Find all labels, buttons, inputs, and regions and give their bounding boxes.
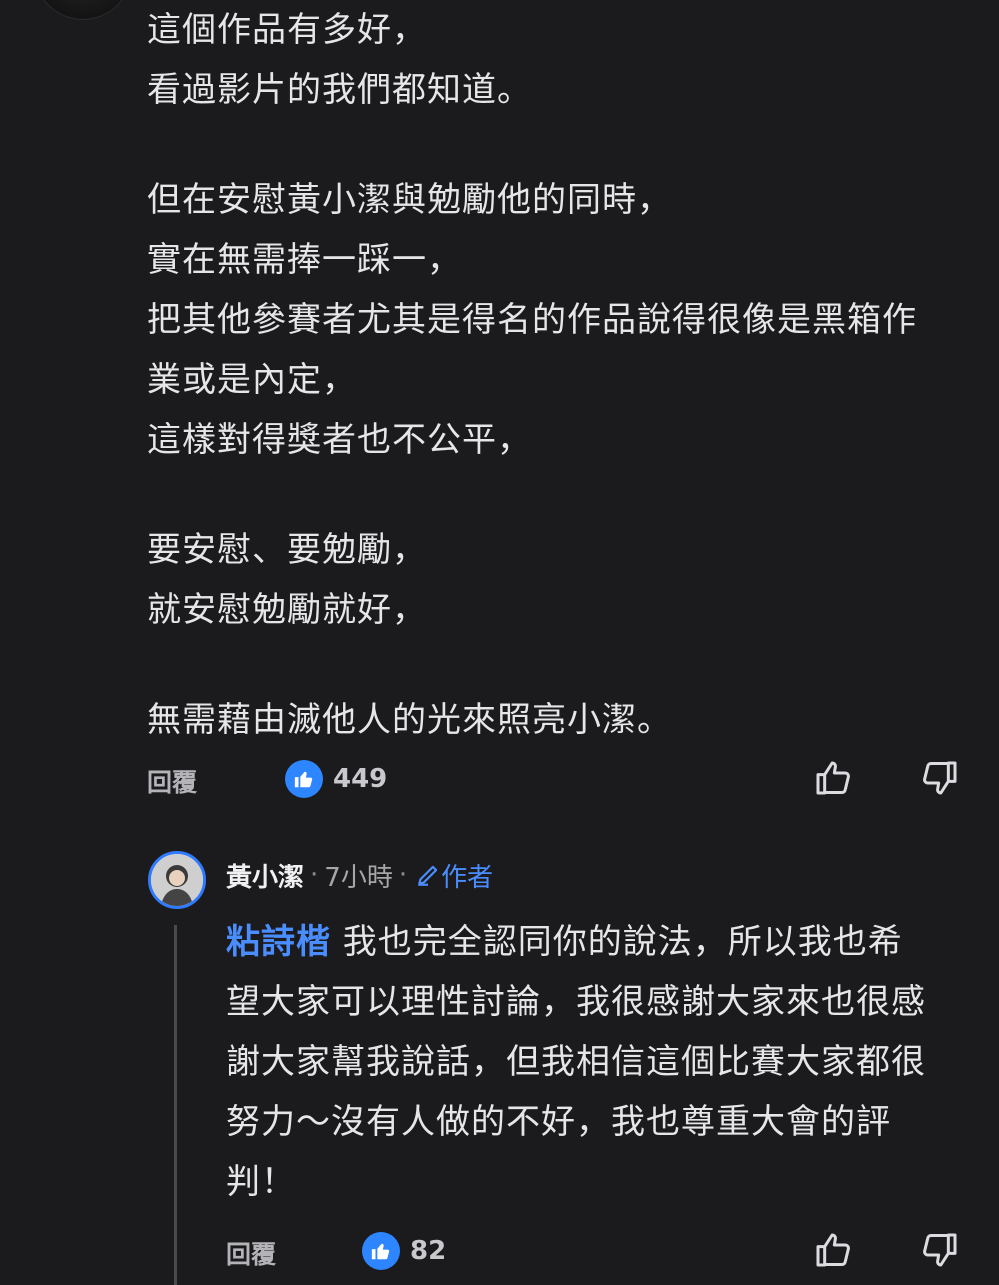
reply-line: 謝大家幫我說話，但我相信這個比賽大家都很: [226, 1042, 926, 1082]
comment-line: 這樣對得獎者也不公平，: [147, 420, 532, 460]
thumbs-down-icon[interactable]: [920, 758, 960, 798]
comment-like-summary[interactable]: 449: [285, 760, 387, 798]
like-bubble-icon: [362, 1232, 400, 1270]
reply-timestamp: 7小時: [324, 862, 393, 893]
reply-line: 判！: [226, 1162, 296, 1202]
separator-dot: ·: [310, 860, 319, 890]
comment-actions: 回覆: [147, 756, 197, 806]
reply-button[interactable]: 回覆: [147, 763, 197, 799]
reply-line: 粘詩楷 我也完全認同你的說法，所以我也希: [226, 912, 978, 972]
author-avatar[interactable]: [148, 851, 206, 909]
reply-text: 我也完全認同你的說法，所以我也希: [331, 922, 903, 962]
thumbs-up-icon[interactable]: [813, 1230, 853, 1270]
pencil-icon: [418, 865, 438, 886]
comment-line: 實在無需捧一踩一，: [147, 240, 462, 280]
like-count: 82: [410, 1236, 447, 1266]
thumbs-up-icon[interactable]: [813, 758, 853, 798]
reply-body: 粘詩楷 我也完全認同你的說法，所以我也希 望大家可以理性討論，我很感謝大家來也很…: [226, 912, 978, 1212]
like-bubble-icon: [285, 760, 323, 798]
comment-line: 就安慰勉勵就好，: [147, 590, 427, 630]
reply-actions: 回覆: [226, 1228, 276, 1278]
thread-line: [174, 925, 177, 1285]
reply-header: 黃小潔 · 7小時 · 作者: [226, 855, 493, 895]
mention-link[interactable]: 粘詩楷: [226, 922, 331, 962]
comment-line: 這個作品有多好，: [147, 10, 427, 50]
comment-body: 這個作品有多好， 看過影片的我們都知道。 但在安慰黃小潔與勉勵他的同時， 實在無…: [147, 0, 977, 750]
reply-author-name[interactable]: 黃小潔: [226, 857, 304, 894]
comment-line: 業或是內定，: [147, 360, 357, 400]
like-count: 449: [333, 764, 388, 794]
comment-line: 但在安慰黃小潔與勉勵他的同時，: [147, 180, 672, 220]
comment-line: 無需藉由滅他人的光來照亮小潔。: [147, 700, 672, 740]
comment-line: 把其他參賽者尤其是得名的作品說得很像是黑箱作: [147, 300, 917, 340]
commenter-avatar[interactable]: [34, 0, 132, 20]
reply-like-summary[interactable]: 82: [362, 1232, 446, 1270]
author-badge: 作者: [415, 857, 493, 894]
comment-line: 要安慰、要勉勵，: [147, 530, 427, 570]
thumbs-down-icon[interactable]: [920, 1230, 960, 1270]
separator-dot: ·: [398, 860, 408, 890]
author-badge-label: 作者: [441, 862, 494, 893]
reply-line: 望大家可以理性討論，我很感謝大家來也很感: [226, 982, 926, 1022]
reply-line: 努力～沒有人做的不好，我也尊重大會的評: [226, 1102, 891, 1142]
comment-line: 看過影片的我們都知道。: [147, 70, 532, 110]
reply-button[interactable]: 回覆: [226, 1235, 276, 1271]
